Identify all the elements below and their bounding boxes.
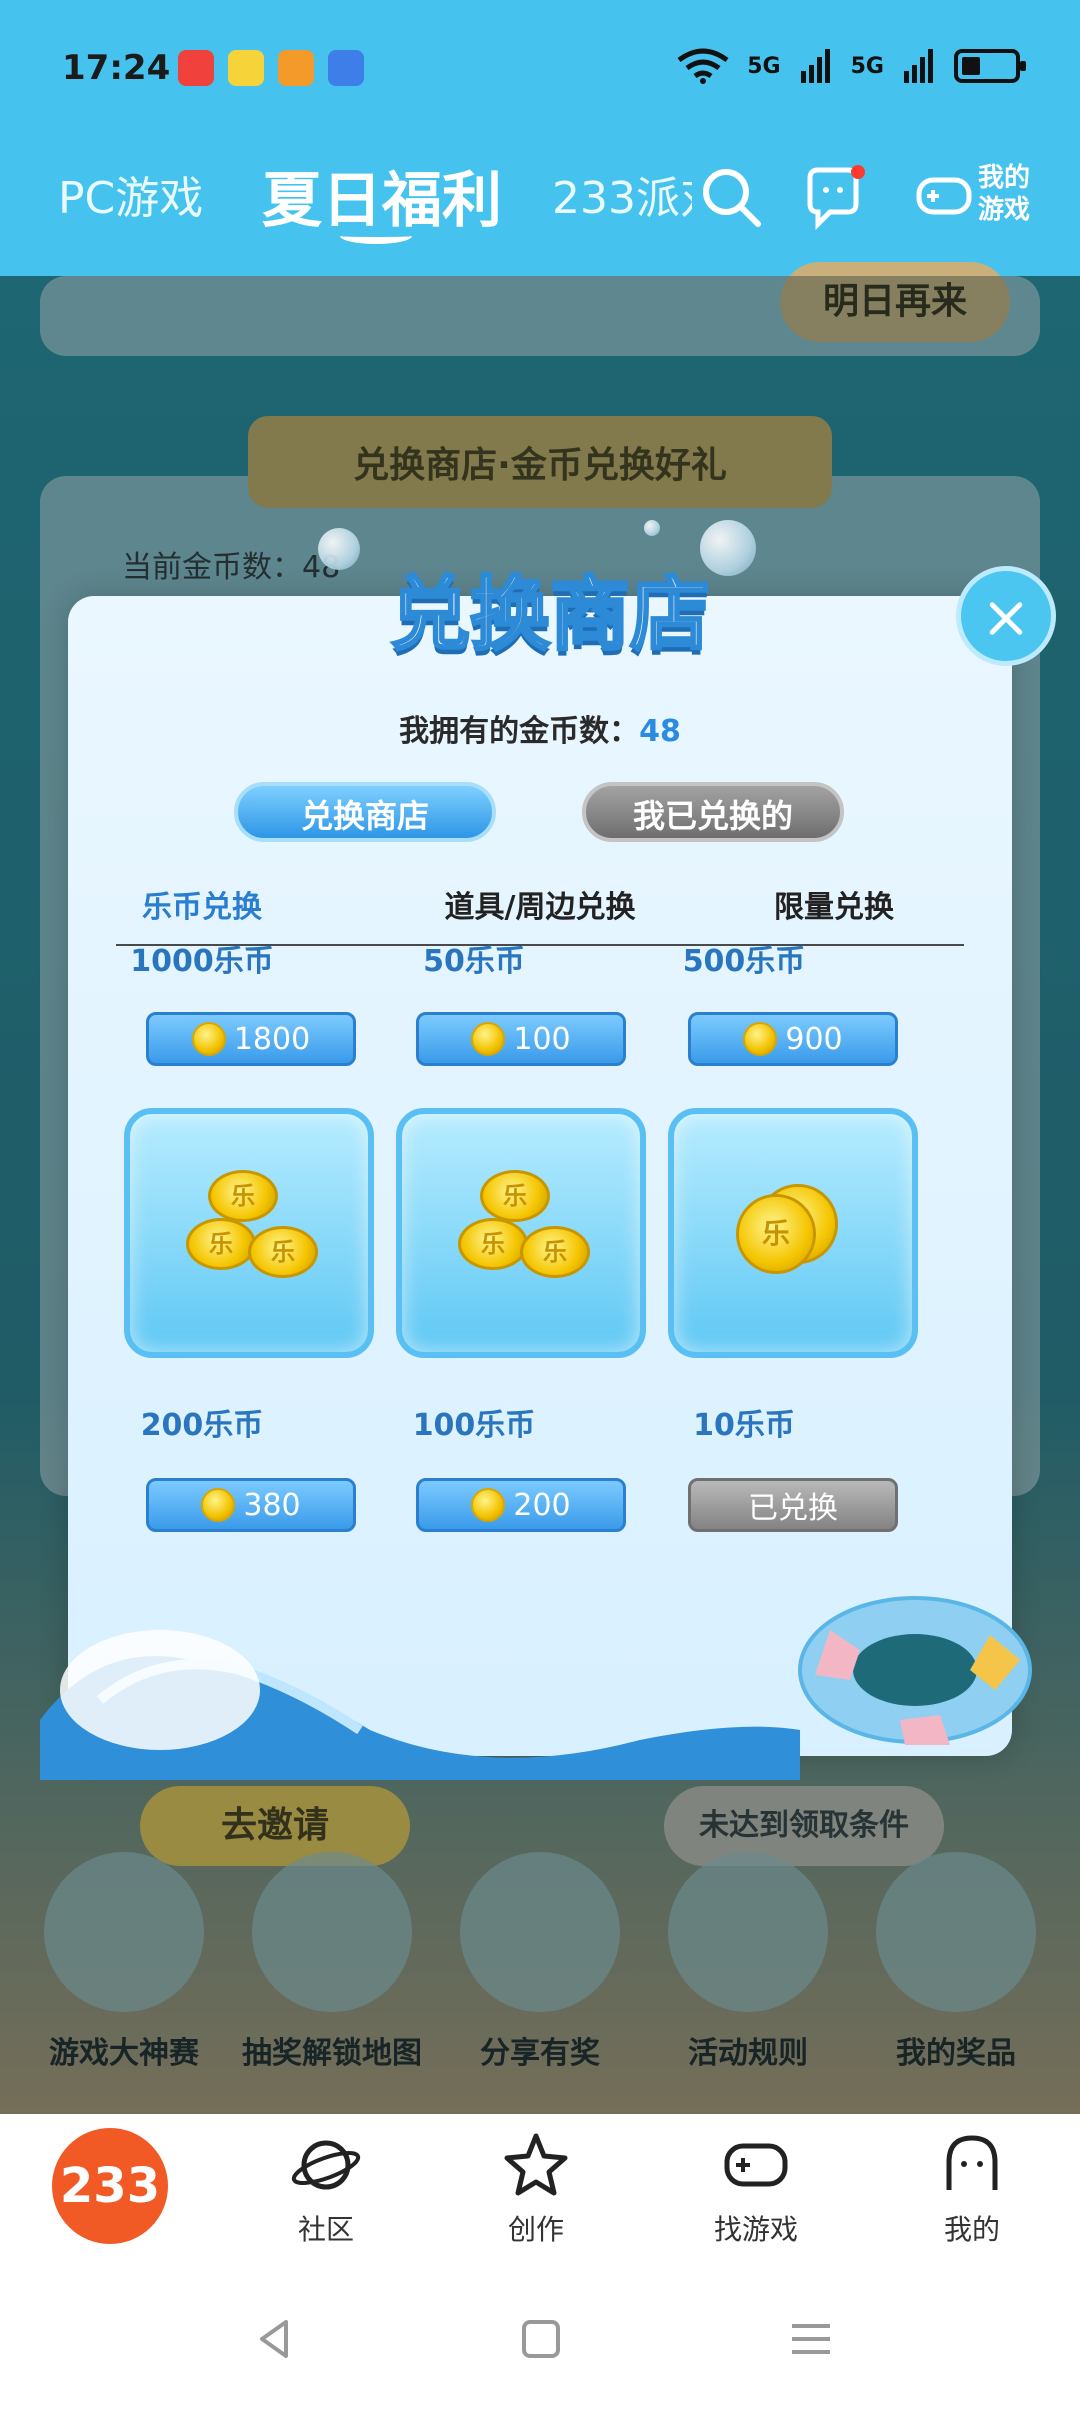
my-games-label-line1: 我的 [977, 163, 1030, 193]
game-app-icon [278, 50, 314, 86]
item-title: 200乐币 [140, 1408, 264, 1443]
coin-stack-icon: 乐 [248, 1226, 318, 1278]
search-icon[interactable] [698, 164, 764, 230]
my-games-icon[interactable] [916, 168, 972, 224]
coin-stack-icon: 乐 [186, 1218, 256, 1270]
price-label: 已兑换 [748, 1491, 838, 1526]
item-title: 500乐币 [682, 944, 806, 979]
star-icon [504, 2133, 568, 2196]
redeemed-button[interactable]: 已兑换 [688, 1478, 898, 1532]
price-label: 100 [513, 1021, 571, 1057]
my-games-label-line2: 游戏 [977, 195, 1030, 225]
signal-1-label: 5G [747, 53, 781, 79]
bottom-nav: 233 社区 创作 找游戏 我的 [0, 2114, 1080, 2274]
nav-label: 找游戏 [713, 2213, 798, 2246]
owned-coins: 我拥有的金币数：48 [68, 706, 1012, 750]
coin-icon [471, 1488, 506, 1522]
coin-icon [743, 1022, 778, 1056]
coin-stack-icon: 乐 [458, 1218, 528, 1270]
nav-create[interactable]: 创作 [456, 2130, 616, 2248]
system-nav-bar [0, 2274, 1080, 2412]
bubble-decoration [644, 520, 660, 536]
nav-me[interactable]: 我的 [892, 2130, 1052, 2248]
tab-233-party[interactable]: 233派对 [552, 162, 692, 226]
price-label: 900 [785, 1021, 843, 1057]
notification-icons [178, 50, 364, 86]
item-title: 50乐币 [423, 944, 525, 979]
owned-coins-label: 我拥有的金币数： [399, 714, 640, 749]
coin-stack-icon: 乐 [520, 1226, 590, 1278]
tab-limited-exchange[interactable]: 限量兑换 [724, 882, 944, 926]
swim-ring-decoration [798, 1596, 1032, 1745]
price-label: 1800 [233, 1021, 311, 1057]
top-nav: PC游戏 夏日福利 233派对 我的 游戏 [0, 140, 1080, 276]
home-logo[interactable]: 233 [52, 2128, 168, 2244]
pill-my-redeemed[interactable]: 我已兑换的 [582, 782, 844, 842]
back-icon[interactable] [250, 2314, 300, 2364]
status-indicators: 5G 5G [677, 48, 1026, 84]
owned-coins-value: 48 [639, 714, 681, 749]
status-bar: 17:24 5G 5G [0, 0, 1080, 140]
gamepad-icon [724, 2143, 788, 2187]
message-icon[interactable] [800, 164, 866, 230]
price-label: 200 [513, 1487, 571, 1523]
close-icon[interactable] [956, 566, 1056, 666]
battery-icon [954, 49, 1026, 83]
tab-summer-benefits[interactable]: 夏日福利 [262, 152, 502, 239]
coin-stack-icon: 乐 [208, 1170, 278, 1222]
tab-lebi-exchange[interactable]: 乐币兑换 [92, 882, 312, 926]
video-app-icon [178, 50, 214, 86]
coin-stack-icon: 乐 [480, 1170, 550, 1222]
redeem-button[interactable]: 100 [416, 1012, 626, 1066]
baidu-app-icon [328, 50, 364, 86]
redeem-button[interactable]: 1800 [146, 1012, 356, 1066]
meituan-app-icon [228, 50, 264, 86]
item-tile-100-lebi[interactable]: 乐 乐 乐 [396, 1108, 646, 1358]
pill-exchange-shop[interactable]: 兑换商店 [234, 782, 496, 842]
item-title: 100乐币 [412, 1408, 536, 1443]
coin-stack-icon: 乐 [736, 1194, 816, 1274]
tab-pc-games[interactable]: PC游戏 [58, 162, 203, 226]
coin-icon [191, 1022, 226, 1056]
item-tile-200-lebi[interactable]: 乐 乐 乐 [124, 1108, 374, 1358]
redeem-button[interactable]: 900 [688, 1012, 898, 1066]
status-time: 17:24 [62, 48, 171, 88]
item-tile-10-lebi[interactable]: 乐 乐 [668, 1108, 918, 1358]
nav-find-games[interactable]: 找游戏 [676, 2130, 836, 2248]
price-label: 380 [243, 1487, 301, 1523]
nav-label: 我的 [943, 2213, 1000, 2246]
coin-icon [471, 1022, 506, 1056]
signal-bars-icon [800, 49, 830, 83]
tab-items-exchange[interactable]: 道具/周边兑换 [430, 882, 650, 926]
nav-label: 社区 [297, 2213, 354, 2246]
modal-title: 兑换商店 [389, 567, 712, 663]
redeem-button[interactable]: 380 [146, 1478, 356, 1532]
signal-2-label: 5G [850, 53, 884, 79]
wave-decoration [40, 1630, 800, 1780]
nav-label: 创作 [507, 2213, 564, 2246]
face-icon [946, 2135, 998, 2190]
planet-icon [291, 2140, 361, 2190]
nav-community[interactable]: 社区 [246, 2130, 406, 2248]
signal-bars-icon [904, 49, 933, 83]
active-tab-indicator [340, 228, 412, 244]
item-title: 1000乐币 [130, 944, 274, 979]
wifi-icon [677, 48, 729, 84]
home-icon[interactable] [516, 2314, 566, 2364]
bubble-decoration [318, 528, 360, 570]
menu-icon[interactable] [786, 2314, 836, 2364]
my-games-label[interactable]: 我的 游戏 [978, 162, 1030, 226]
coin-icon [201, 1488, 236, 1522]
redeem-button[interactable]: 200 [416, 1478, 626, 1532]
item-title: 10乐币 [693, 1408, 795, 1443]
